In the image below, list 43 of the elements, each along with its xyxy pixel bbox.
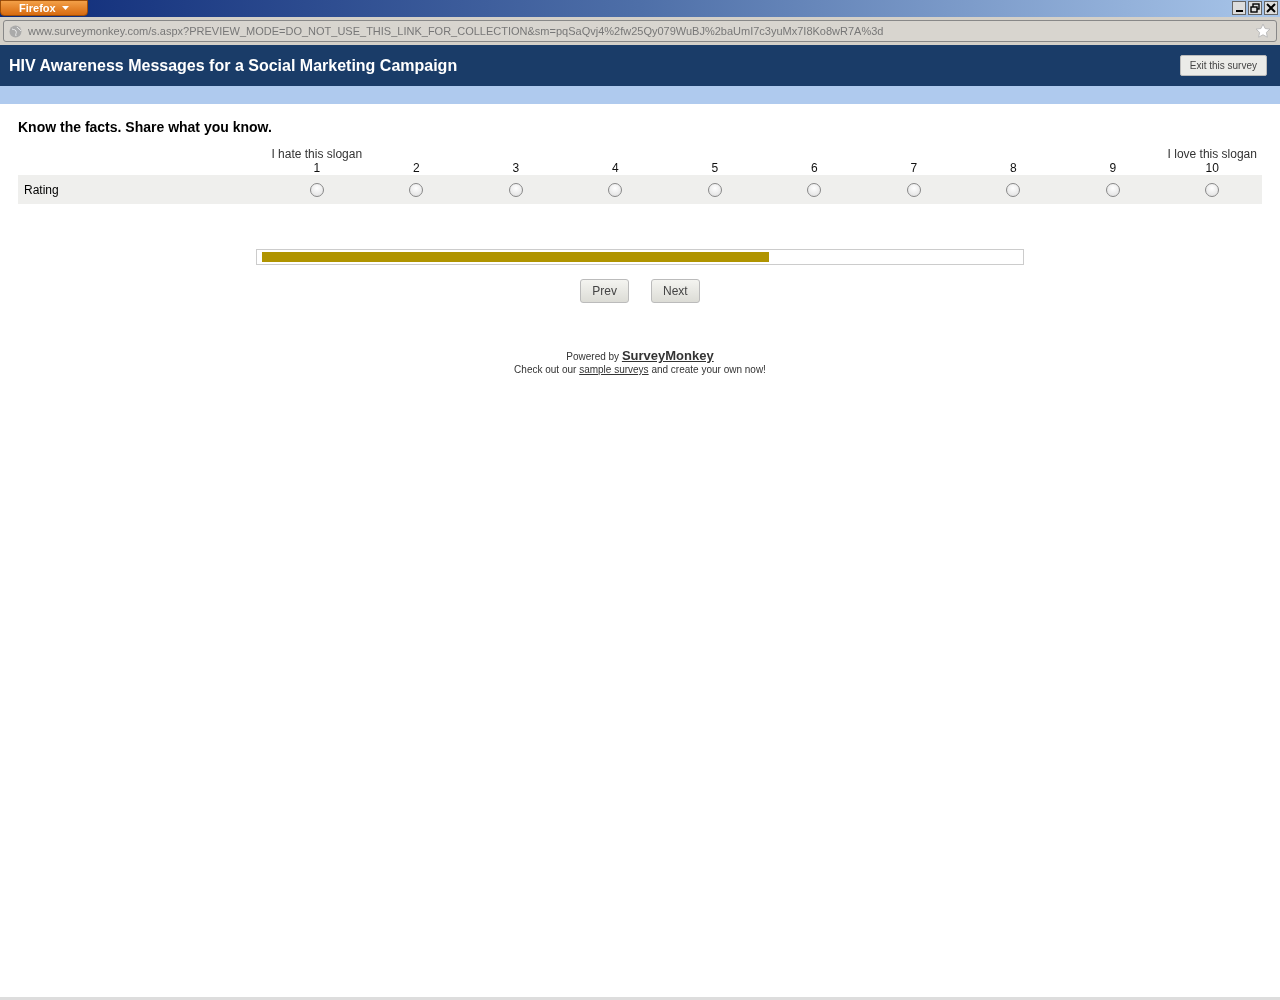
- scale-number: 1: [313, 161, 321, 175]
- bookmark-star-icon[interactable]: [1255, 23, 1271, 39]
- nav-button[interactable]: Next: [651, 279, 700, 303]
- close-icon: [1266, 3, 1276, 13]
- footer-text: Check out our: [514, 364, 577, 375]
- radio-button[interactable]: [1105, 182, 1120, 197]
- scale-number: 6: [810, 161, 818, 175]
- radio-button[interactable]: [309, 182, 324, 197]
- restore-button[interactable]: [1248, 1, 1262, 15]
- scale-number: 9: [1109, 161, 1117, 175]
- scale-label: I love this slogan: [1167, 147, 1257, 161]
- scale-number: 7: [910, 161, 918, 175]
- minimize-button[interactable]: [1232, 1, 1246, 15]
- scale-number: 10: [1205, 161, 1219, 175]
- radio-button[interactable]: [906, 182, 921, 197]
- close-button[interactable]: [1264, 1, 1278, 15]
- scale-number: 2: [412, 161, 420, 175]
- radio-button[interactable]: [1205, 182, 1220, 197]
- radio-button[interactable]: [409, 182, 424, 197]
- url-text: www.surveymonkey.com/s.aspx?PREVIEW_MODE=DO_NOT_USE_THIS_LINK_FOR_COLLECTION&sm=pqSaQvj4%2fw25Qy079WuBJ%2baUmI7c3yuMx7I8Ko8wR7A%3d: [28, 25, 885, 37]
- radio-button[interactable]: [807, 182, 822, 197]
- radio-button[interactable]: [707, 182, 722, 197]
- scale-number: 8: [1009, 161, 1017, 175]
- scale-number: 5: [711, 161, 719, 175]
- survey-title: HIV Awareness Messages for a Social Marketing Campaign: [9, 56, 458, 75]
- question-text: Know the facts. Share what you know.: [18, 119, 273, 135]
- exit-survey-button[interactable]: Exit this survey: [1179, 55, 1267, 76]
- brand-link[interactable]: SurveyMonkey: [621, 348, 714, 363]
- nav-button[interactable]: Prev: [580, 279, 629, 303]
- radio-button[interactable]: [508, 182, 523, 197]
- footer-text: and create your own now!: [651, 364, 766, 375]
- globe-icon: [9, 24, 22, 38]
- radio-button[interactable]: [1006, 182, 1021, 197]
- caret-icon: [61, 5, 69, 11]
- radio-button[interactable]: [608, 182, 623, 197]
- restore-icon: [1250, 3, 1260, 13]
- powered-by-text: Powered by: [566, 351, 620, 362]
- sample-surveys-link[interactable]: sample surveys: [579, 364, 649, 375]
- scale-label: I hate this slogan: [271, 147, 363, 161]
- minimize-icon: [1235, 9, 1243, 12]
- row-label: Rating: [23, 182, 60, 197]
- scale-number: 4: [611, 161, 619, 175]
- scale-number: 3: [512, 161, 520, 175]
